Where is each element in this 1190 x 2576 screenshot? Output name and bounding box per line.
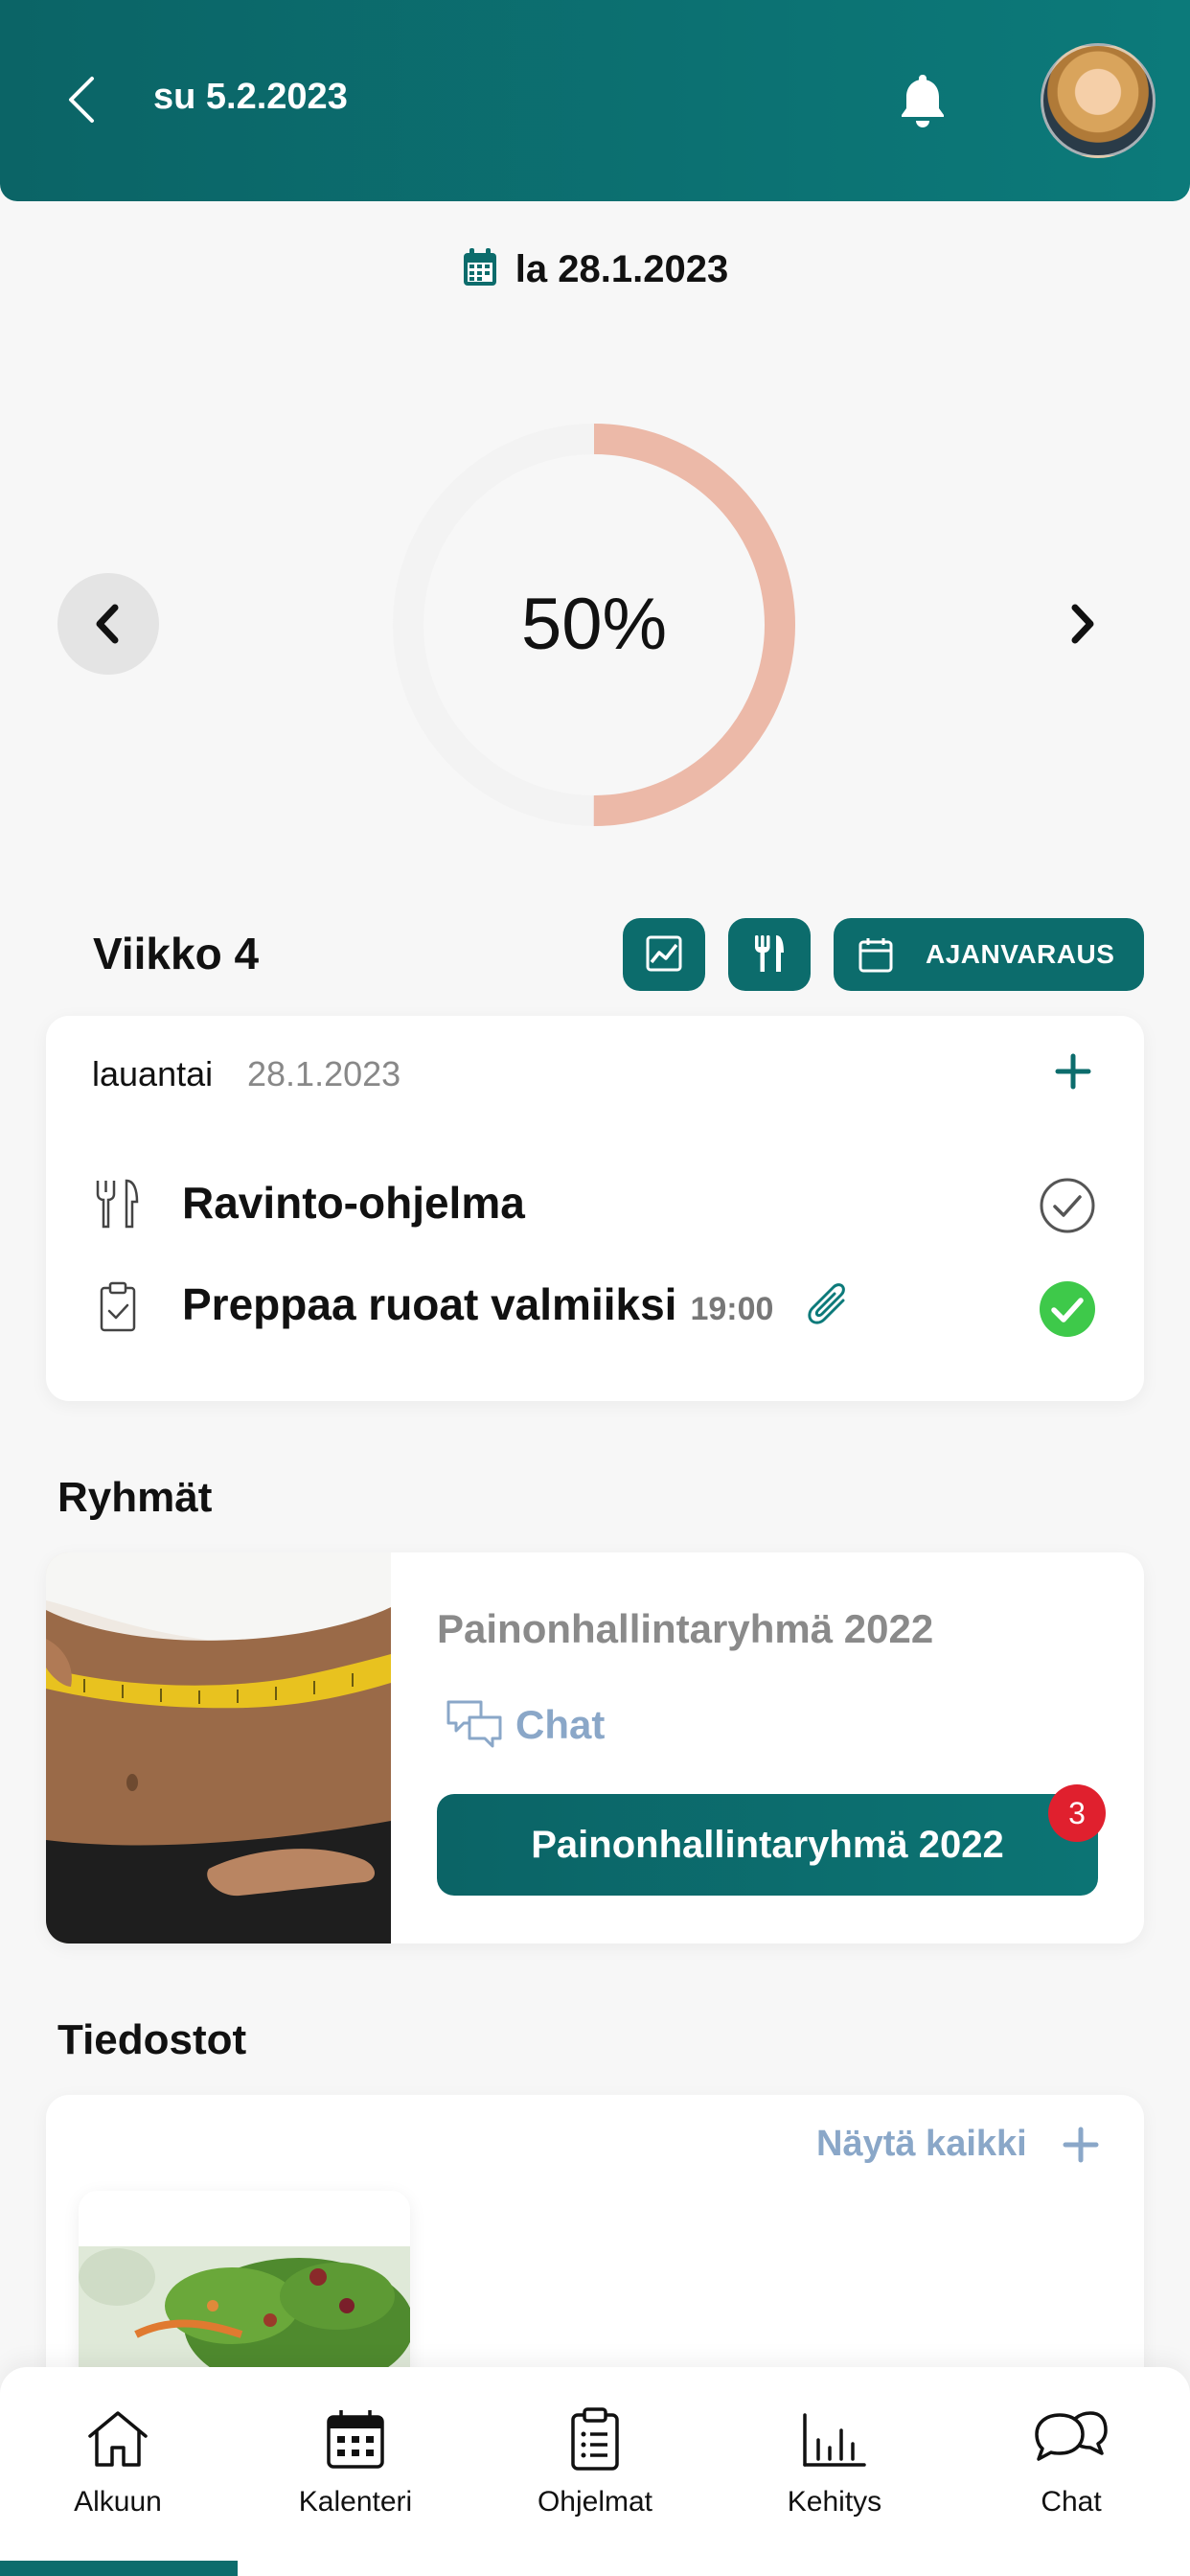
next-day-button[interactable] — [1031, 573, 1133, 675]
bar-chart-icon — [803, 2413, 866, 2467]
line-chart-icon — [646, 935, 682, 972]
selected-date: la 28.1.2023 — [515, 248, 729, 290]
day-card: lauantai 28.1.2023 Ravinto-ohjelma Prepp… — [46, 1016, 1144, 1401]
week-title: Viikko 4 — [93, 929, 260, 978]
bottom-navigation: Alkuun Kalenteri Ohjelmat Kehitys Chat — [0, 2367, 1190, 2576]
plus-icon — [1063, 2127, 1099, 2163]
unread-badge: 3 — [1048, 1784, 1106, 1842]
app-header: su 5.2.2023 — [0, 0, 1190, 201]
clipboard-icon — [571, 2407, 619, 2471]
nav-item-chat[interactable]: Chat — [975, 2405, 1167, 2540]
nav-item-progress[interactable]: Kehitys — [739, 2405, 930, 2540]
chat-bubbles-icon — [1035, 2411, 1108, 2461]
previous-day-button[interactable] — [57, 573, 159, 675]
task-title: Preppaa ruoat valmiiksi — [182, 1279, 677, 1329]
home-icon — [88, 2411, 148, 2467]
group-chat-link[interactable]: Chat — [445, 1696, 605, 1750]
day-date: 28.1.2023 — [247, 1054, 401, 1093]
nav-label: Ohjelmat — [537, 2486, 653, 2518]
progress-ring: 50% — [391, 422, 797, 828]
bell-icon[interactable] — [897, 71, 949, 128]
task-item[interactable]: Preppaa ruoat valmiiksi 19:00 — [182, 1278, 853, 1333]
group-card[interactable]: Painonhallintaryhmä 2022 Chat Painonhall… — [46, 1552, 1144, 1944]
nav-item-home[interactable]: Alkuun — [22, 2405, 214, 2540]
clipboard-check-icon — [94, 1280, 142, 1334]
groups-title: Ryhmät — [57, 1474, 213, 1521]
nav-label: Alkuun — [74, 2486, 162, 2518]
nav-item-calendar[interactable]: Kalenteri — [260, 2405, 451, 2540]
fork-knife-icon — [755, 935, 784, 972]
active-tab-indicator — [0, 2561, 238, 2576]
files-title: Tiedostot — [57, 2016, 247, 2063]
back-button[interactable] — [59, 73, 105, 126]
chevron-right-icon — [1071, 604, 1094, 644]
booking-button[interactable]: AJANVARAUS — [834, 918, 1144, 991]
calendar-outline-icon — [858, 938, 893, 973]
add-file-button[interactable] — [1060, 2124, 1102, 2166]
calendar-icon — [327, 2410, 384, 2469]
header-date: su 5.2.2023 — [153, 77, 348, 117]
group-open-button[interactable]: Painonhallintaryhmä 2022 — [437, 1794, 1098, 1896]
nav-label: Kehitys — [787, 2486, 882, 2518]
plus-icon — [1055, 1053, 1091, 1090]
paperclip-icon[interactable] — [807, 1283, 853, 1333]
progress-percent: 50% — [520, 584, 668, 665]
task-title[interactable]: Ravinto-ohjelma — [182, 1177, 525, 1229]
task-done-icon[interactable] — [1039, 1280, 1096, 1338]
calendar-icon — [463, 248, 496, 286]
date-selector[interactable]: la 28.1.2023 — [0, 247, 1190, 291]
task-time: 19:00 — [690, 1291, 774, 1327]
booking-label: AJANVARAUS — [926, 939, 1115, 969]
progress-chart-button[interactable] — [623, 918, 705, 991]
group-image — [46, 1552, 391, 1944]
chevron-left-icon — [96, 604, 119, 644]
nutrition-button[interactable] — [728, 918, 811, 991]
avatar[interactable] — [1041, 43, 1156, 158]
nav-label: Kalenteri — [298, 2486, 413, 2518]
group-chat-label: Chat — [515, 1702, 606, 1747]
show-all-link[interactable]: Näytä kaikki — [816, 2124, 1027, 2165]
nav-label: Chat — [1041, 2486, 1102, 2518]
group-name: Painonhallintaryhmä 2022 — [437, 1606, 934, 1651]
task-check-empty-icon[interactable] — [1039, 1177, 1096, 1234]
nav-item-programs[interactable]: Ohjelmat — [499, 2405, 691, 2540]
add-task-button[interactable] — [1052, 1050, 1094, 1092]
day-weekday: lauantai — [92, 1054, 214, 1093]
chat-bubbles-icon — [446, 1700, 502, 1748]
utensils-icon — [94, 1177, 142, 1230]
